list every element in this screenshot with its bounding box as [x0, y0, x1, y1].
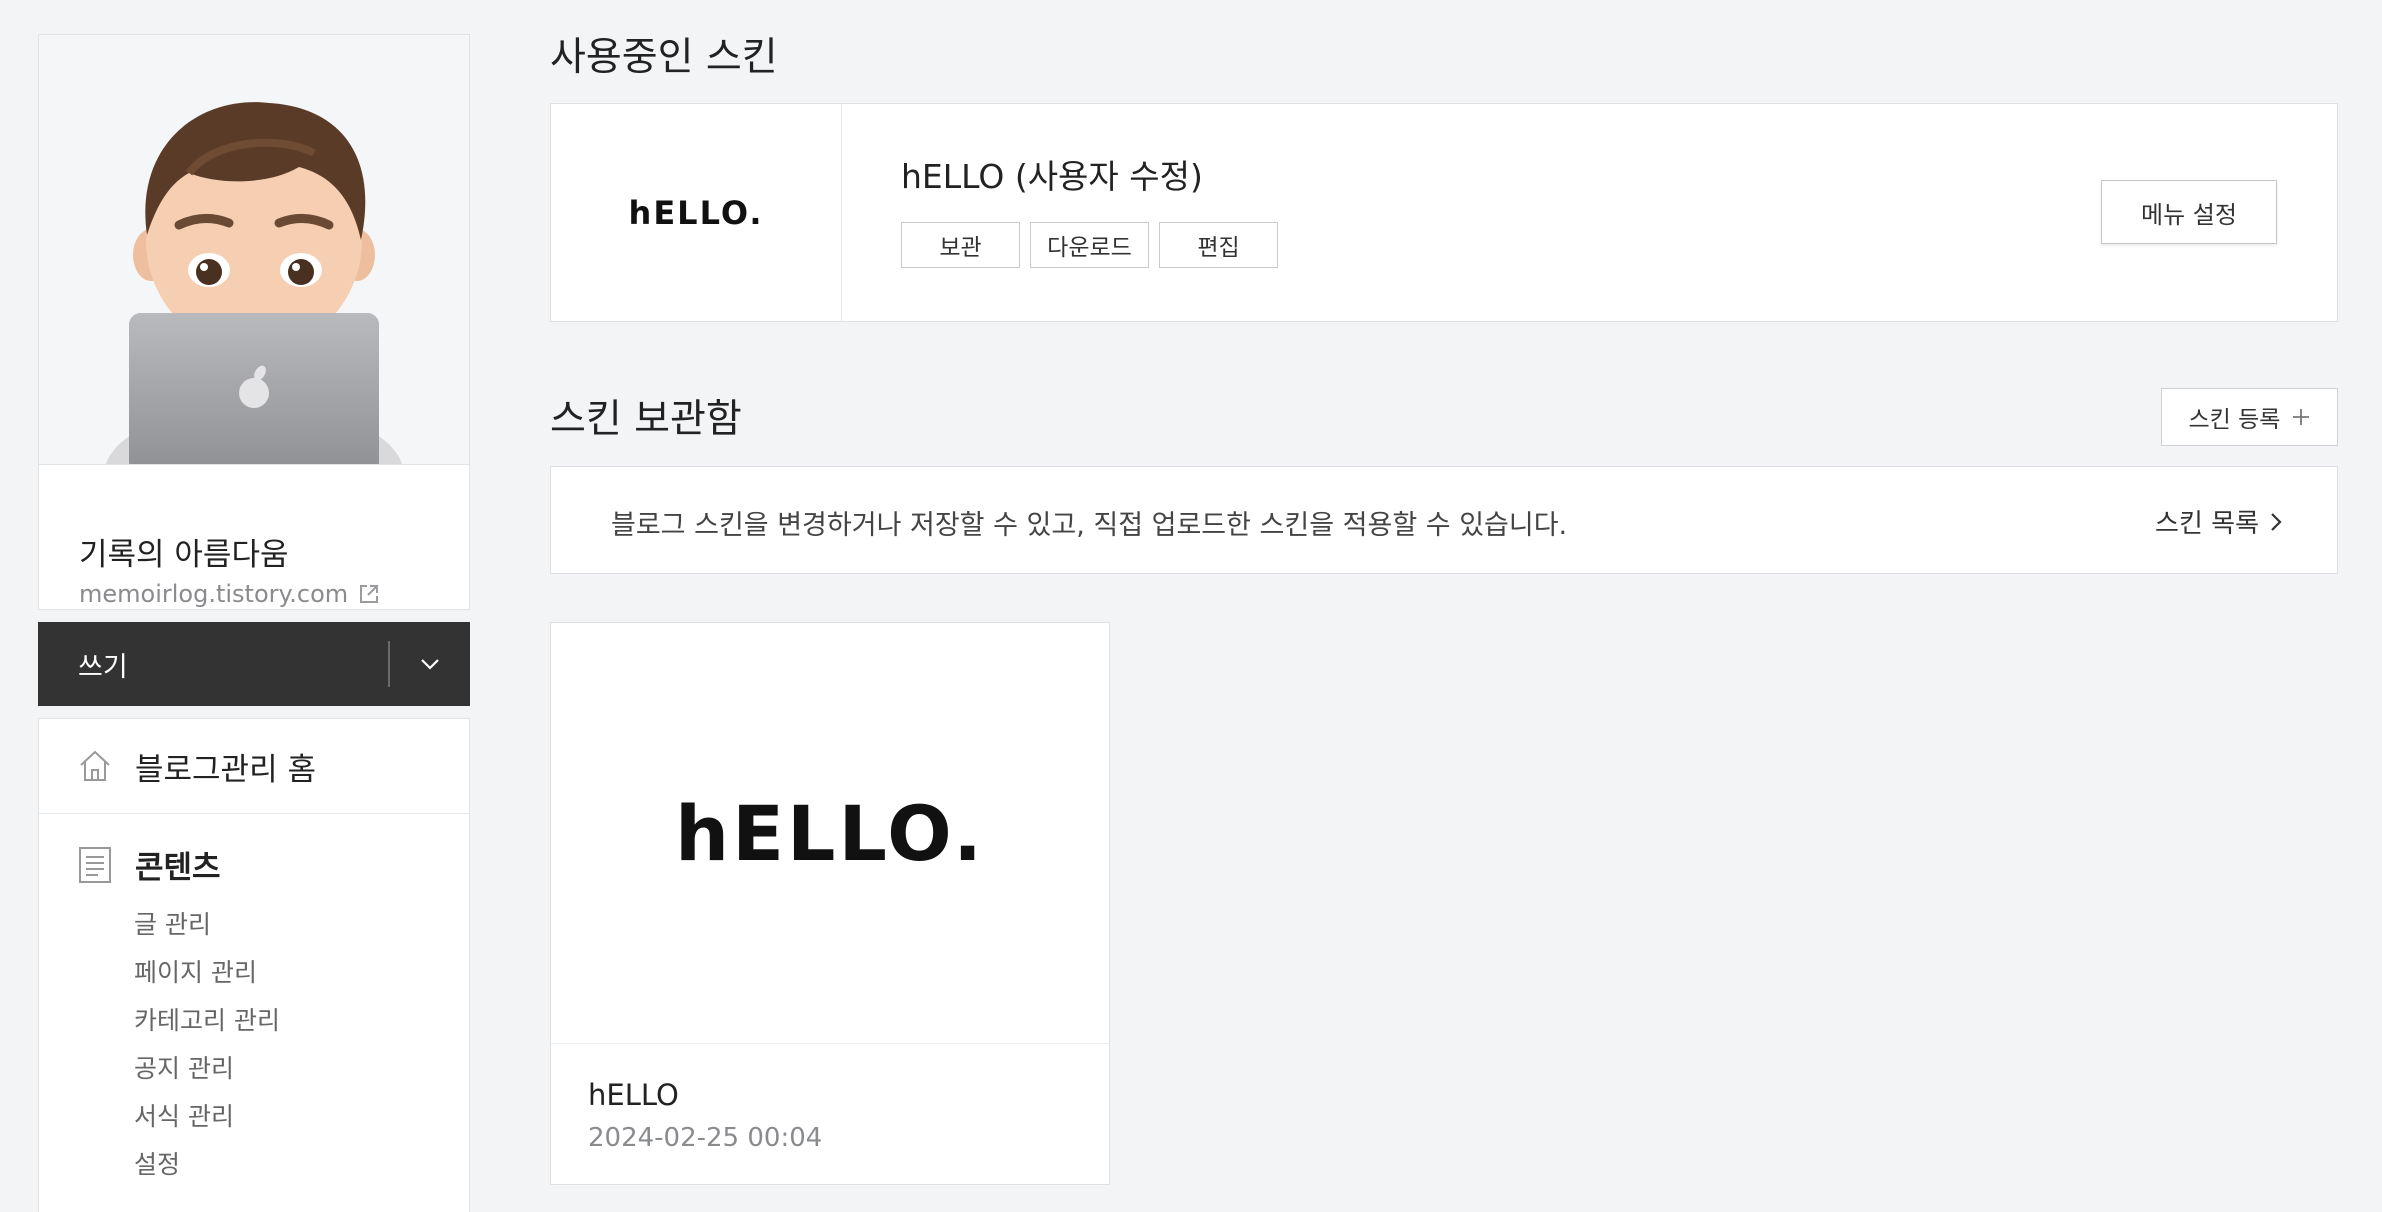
submenu-item-templates[interactable]: 서식 관리: [134, 1093, 469, 1141]
document-icon: [79, 846, 111, 883]
skin-card-date: 2024-02-25 00:04: [588, 1123, 823, 1153]
chevron-right-icon: [2271, 512, 2282, 531]
current-skin-title: 사용중인 스킨: [550, 35, 778, 80]
register-skin-button[interactable]: 스킨 등록: [2161, 388, 2338, 446]
skin-list-label: 스킨 목록: [2155, 509, 2259, 539]
menu-setting-button[interactable]: 메뉴 설정: [2101, 180, 2277, 244]
skin-storage-title: 스킨 보관함: [550, 397, 742, 442]
home-icon: [80, 750, 110, 781]
skin-card-logo: hELLO.: [675, 788, 985, 878]
current-skin-actions: 보관 다운로드 편집: [901, 222, 1278, 268]
current-skin-name: hELLO (사용자 수정): [901, 157, 1203, 196]
plus-icon: [2293, 409, 2310, 425]
submenu-item-categories[interactable]: 카테고리 관리: [134, 997, 469, 1045]
submenu-item-notices[interactable]: 공지 관리: [134, 1045, 469, 1093]
menu-content-section[interactable]: 콘텐츠: [39, 842, 469, 887]
current-skin-panel: hELLO. hELLO (사용자 수정) 보관 다운로드 편집 메뉴 설정: [550, 103, 2338, 322]
edit-button[interactable]: 편집: [1159, 222, 1278, 268]
blog-url-text: memoirlog.tistory.com: [79, 580, 349, 608]
download-button[interactable]: 다운로드: [1030, 222, 1149, 268]
register-skin-label: 스킨 등록: [2188, 407, 2281, 433]
blog-name[interactable]: 기록의 아름다움: [79, 529, 289, 574]
admin-menu: 블로그관리 홈 콘텐츠 글 관리 페이지 관리 카테고리 관리 공지 관리 서식…: [38, 718, 470, 1212]
skin-list-link[interactable]: 스킨 목록: [2155, 503, 2283, 540]
write-button[interactable]: 쓰기: [78, 645, 388, 684]
menu-content-label: 콘텐츠: [135, 850, 221, 886]
chevron-down-icon: [421, 659, 439, 670]
write-dropdown-toggle[interactable]: [390, 622, 470, 706]
archive-button[interactable]: 보관: [901, 222, 1020, 268]
profile-card: 기록의 아름다움 memoirlog.tistory.com: [38, 34, 470, 610]
memoji-avatar-image: [105, 102, 403, 464]
skin-card-thumbnail[interactable]: hELLO.: [551, 623, 1109, 1044]
submenu-item-settings[interactable]: 설정: [134, 1141, 469, 1189]
content-submenu: 글 관리 페이지 관리 카테고리 관리 공지 관리 서식 관리 설정: [39, 901, 469, 1189]
skin-storage-info: 블로그 스킨을 변경하거나 저장할 수 있고, 직접 업로드한 스킨을 적용할 …: [550, 466, 2338, 574]
skin-card[interactable]: hELLO. hELLO 2024-02-25 00:04: [550, 622, 1110, 1185]
blog-url-link[interactable]: memoirlog.tistory.com: [79, 580, 380, 608]
write-bar: 쓰기: [38, 622, 470, 706]
skin-card-name: hELLO: [588, 1078, 679, 1112]
current-skin-thumbnail: hELLO.: [551, 104, 842, 321]
external-link-icon: [360, 585, 379, 603]
menu-blog-admin-home[interactable]: 블로그관리 홈: [39, 719, 469, 814]
submenu-item-posts[interactable]: 글 관리: [134, 901, 469, 949]
menu-home-label: 블로그관리 홈: [135, 751, 316, 788]
current-skin-logo: hELLO.: [628, 193, 764, 232]
avatar[interactable]: [39, 35, 469, 465]
submenu-item-pages[interactable]: 페이지 관리: [134, 949, 469, 997]
skin-storage-description: 블로그 스킨을 변경하거나 저장할 수 있고, 직접 업로드한 스킨을 적용할 …: [611, 510, 1568, 541]
